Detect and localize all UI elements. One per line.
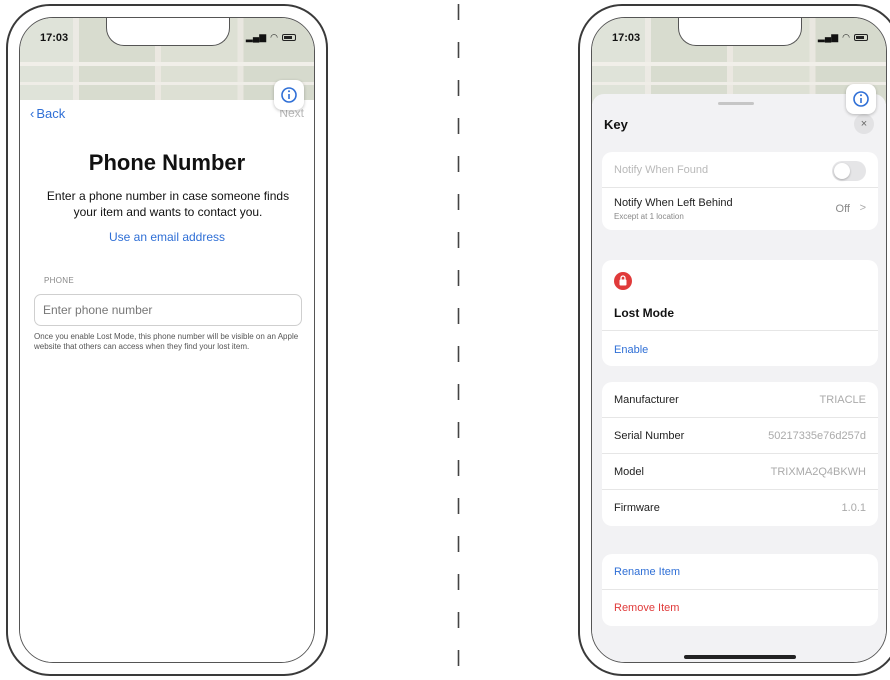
chevron-left-icon: ‹: [30, 106, 35, 121]
lost-mode-title: Lost Mode: [614, 306, 674, 320]
info-icon: [281, 87, 297, 103]
info-icon: [853, 91, 869, 107]
remove-item-button[interactable]: Remove Item: [614, 602, 679, 614]
screen-item-details: 17:03 ▂▄▆ ◠ Key × Notify When Found Noti…: [591, 17, 887, 663]
notify-found-toggle[interactable]: [832, 161, 866, 181]
serial-label: Serial Number: [614, 430, 685, 442]
dashed-divider: [457, 4, 460, 676]
rename-item-row[interactable]: Rename Item: [602, 554, 878, 590]
remove-item-row[interactable]: Remove Item: [602, 590, 878, 626]
enable-lost-mode-button[interactable]: Enable: [614, 344, 648, 356]
item-sheet: Key × Notify When Found Notify When Left…: [592, 94, 886, 662]
home-indicator: [684, 655, 796, 659]
info-row-model: Model TRIXMA2Q4BKWH: [602, 454, 878, 490]
lock-icon: [614, 272, 632, 290]
nav-bar: ‹ Back Next: [20, 100, 314, 128]
info-row-manufacturer: Manufacturer TRIACLE: [602, 382, 878, 418]
notify-found-label: Notify When Found: [614, 164, 709, 176]
wifi-icon: ◠: [842, 32, 850, 42]
firmware-label: Firmware: [614, 502, 660, 514]
serial-value: 50217335e76d257d: [768, 430, 866, 442]
battery-icon: [854, 34, 868, 41]
page-subtitle: Enter a phone number in case someone fin…: [46, 189, 290, 219]
manufacturer-label: Manufacturer: [614, 394, 679, 406]
signal-icon: ▂▄▆: [245, 32, 267, 42]
sheet-grabber[interactable]: [718, 102, 754, 105]
rename-item-button[interactable]: Rename Item: [614, 566, 680, 578]
phone-number-sheet: ‹ Back Next Phone Number Enter a phone n…: [20, 100, 314, 662]
actions-card: Rename Item Remove Item: [602, 554, 878, 626]
status-time: 17:03: [40, 32, 69, 44]
close-icon: ×: [860, 118, 868, 130]
notifications-card: Notify When Found Notify When Left Behin…: [602, 152, 878, 230]
map-info-button[interactable]: [846, 84, 876, 114]
close-button[interactable]: ×: [854, 114, 874, 134]
item-info-card: Manufacturer TRIACLE Serial Number 50217…: [602, 382, 878, 526]
back-button[interactable]: ‹ Back: [30, 106, 65, 121]
notch: [106, 18, 230, 46]
model-value: TRIXMA2Q4BKWH: [770, 466, 866, 478]
phone-frame-right: 17:03 ▂▄▆ ◠ Key × Notify When Found Noti…: [578, 4, 890, 676]
sheet-title: Key: [604, 117, 628, 132]
info-row-serial: Serial Number 50217335e76d257d: [602, 418, 878, 454]
manufacturer-value: TRIACLE: [819, 394, 866, 406]
wifi-icon: ◠: [270, 32, 278, 42]
notify-found-row: Notify When Found: [602, 152, 878, 188]
chevron-right-icon: >: [859, 202, 866, 214]
phone-frame-left: 17:03 ▂▄▆ ◠ ‹ Back Next Phone Number Ent…: [6, 4, 328, 676]
notify-left-behind-value: Off: [835, 203, 850, 215]
notify-left-behind-sub: Except at 1 location: [614, 212, 684, 221]
back-label: Back: [36, 106, 66, 121]
notify-left-behind-row[interactable]: Notify When Left Behind Except at 1 loca…: [602, 188, 878, 230]
model-label: Model: [614, 466, 644, 478]
screen-phone-number: 17:03 ▂▄▆ ◠ ‹ Back Next Phone Number Ent…: [19, 17, 315, 663]
notify-left-behind-label: Notify When Left Behind: [614, 197, 733, 209]
map-info-button[interactable]: [274, 80, 304, 110]
lost-mode-note: Once you enable Lost Mode, this phone nu…: [34, 332, 299, 351]
signal-icon: ▂▄▆: [817, 32, 839, 42]
battery-icon: [282, 34, 296, 41]
phone-input[interactable]: [34, 294, 302, 326]
lost-mode-card: Lost Mode Enable: [602, 260, 878, 366]
page-title: Phone Number: [88, 150, 246, 175]
firmware-value: 1.0.1: [841, 502, 866, 514]
notch: [678, 18, 802, 46]
status-time: 17:03: [612, 32, 641, 44]
use-email-link[interactable]: Use an email address: [20, 230, 314, 244]
info-row-firmware: Firmware 1.0.1: [602, 490, 878, 526]
phone-field-label: PHONE: [44, 276, 74, 285]
